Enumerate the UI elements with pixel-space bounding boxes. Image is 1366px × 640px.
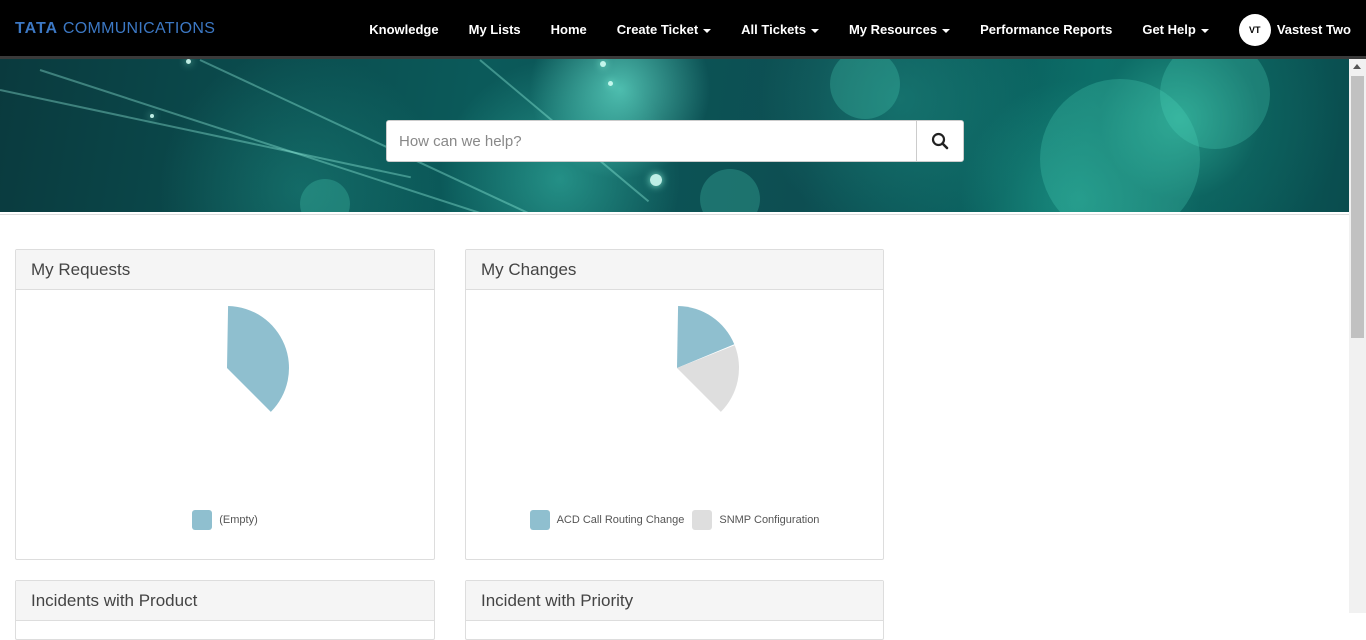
panel-title: My Changes — [466, 250, 883, 290]
panel-title: Incidents with Product — [16, 581, 434, 621]
my-requests-pie-chart[interactable] — [16, 290, 434, 500]
nav-my-lists[interactable]: My Lists — [469, 22, 521, 37]
incident-with-priority-panel: Incident with Priority — [465, 580, 884, 640]
nav-all-tickets-label: All Tickets — [741, 22, 806, 37]
my-changes-panel: My Changes ACD Call Routing Change SNMP … — [465, 249, 884, 560]
nav-knowledge[interactable]: Knowledge — [369, 22, 438, 37]
bokeh-decoration — [830, 59, 900, 119]
fiber-light — [150, 114, 154, 118]
fiber-light — [186, 59, 191, 64]
fiber-light — [650, 174, 662, 186]
chevron-down-icon — [703, 28, 712, 33]
avatar: VT — [1238, 13, 1271, 46]
nav-create-ticket-label: Create Ticket — [616, 22, 699, 37]
logo-text: COMMUNICATIONS — [62, 20, 216, 37]
legend-item[interactable]: (Empty) — [192, 510, 258, 530]
fiber-light — [608, 81, 613, 86]
legend-label: SNMP Configuration — [719, 514, 820, 526]
top-navigation-bar: TATA COMMUNICATIONS Knowledge My Lists H… — [0, 0, 1366, 59]
legend-label: (Empty) — [219, 514, 258, 526]
my-requests-panel: My Requests (Empty) — [15, 249, 435, 560]
scroll-thumb[interactable] — [1351, 76, 1364, 338]
bokeh-decoration — [300, 179, 350, 212]
search-button[interactable] — [916, 121, 963, 161]
legend-swatch — [692, 510, 713, 530]
nav-my-resources[interactable]: My Resources — [848, 22, 951, 37]
bokeh-decoration — [700, 169, 760, 212]
nav-all-tickets[interactable]: All Tickets — [741, 22, 819, 37]
nav-performance-reports[interactable]: Performance Reports — [980, 22, 1112, 37]
panel-title: Incident with Priority — [466, 581, 883, 621]
user-name: Vastest Two — [1276, 22, 1351, 37]
fiber-light — [600, 61, 606, 67]
search-bar — [386, 120, 964, 162]
chevron-down-icon — [1200, 28, 1209, 33]
page-scrollbar[interactable] — [1349, 59, 1366, 613]
nav-get-help[interactable]: Get Help — [1142, 22, 1209, 37]
search-input[interactable] — [387, 121, 916, 161]
legend-swatch — [192, 510, 213, 530]
legend-item[interactable]: ACD Call Routing Change — [529, 510, 685, 530]
search-icon — [931, 132, 949, 150]
fiber-streak — [0, 89, 412, 179]
chevron-down-icon — [810, 28, 819, 33]
main-nav: Knowledge My Lists Home Create Ticket Al… — [354, 0, 1351, 59]
legend-item[interactable]: SNMP Configuration — [692, 510, 819, 530]
nav-home[interactable]: Home — [551, 22, 587, 37]
logo-bold-text: TATA — [15, 20, 59, 37]
chevron-down-icon — [942, 28, 951, 33]
pie-slice-empty[interactable] — [227, 306, 289, 412]
scroll-up-arrow-icon[interactable] — [1353, 64, 1361, 69]
user-menu[interactable]: VT Vastest Two — [1238, 13, 1351, 46]
chart-legend: ACD Call Routing Change SNMP Configurati… — [466, 510, 883, 530]
nav-my-resources-label: My Resources — [848, 22, 938, 37]
tata-communications-logo[interactable]: TATA COMMUNICATIONS — [15, 20, 215, 38]
panel-title: My Requests — [16, 250, 434, 290]
divider — [0, 214, 1349, 215]
my-changes-pie-chart[interactable] — [466, 290, 883, 500]
legend-swatch — [529, 510, 550, 530]
chart-legend: (Empty) — [16, 510, 434, 530]
nav-create-ticket[interactable]: Create Ticket — [616, 22, 712, 37]
legend-label: ACD Call Routing Change — [556, 514, 685, 526]
incidents-with-product-panel: Incidents with Product — [15, 580, 435, 640]
nav-get-help-label: Get Help — [1142, 22, 1196, 37]
